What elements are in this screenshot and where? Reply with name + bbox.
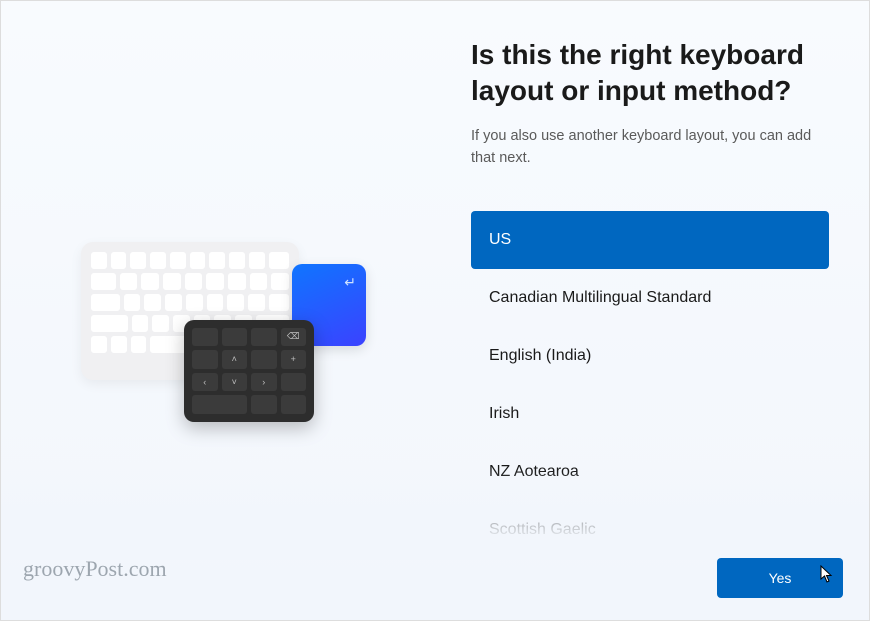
layout-option-scottish-gaelic[interactable]: Scottish Gaelic: [471, 501, 829, 559]
watermark: groovyPost.com: [23, 556, 167, 582]
yes-button[interactable]: Yes: [717, 558, 843, 598]
illustration-pane: ↵ ⌫ ˄+ ‹˅›: [1, 1, 441, 620]
list-item-label: Scottish Gaelic: [489, 521, 596, 538]
main-pane: Is this the right keyboard layout or inp…: [441, 1, 869, 620]
list-item-label: Irish: [489, 405, 519, 422]
layout-option-irish[interactable]: Irish: [471, 385, 829, 443]
arrow-down-icon: ˅: [222, 373, 248, 392]
numpad-dark-icon: ⌫ ˄+ ‹˅›: [184, 320, 314, 422]
layout-option-canadian-multilingual[interactable]: Canadian Multilingual Standard: [471, 269, 829, 327]
page-title: Is this the right keyboard layout or inp…: [471, 37, 829, 110]
enter-icon: ↵: [344, 274, 356, 291]
arrow-left-icon: ‹: [192, 373, 218, 392]
layout-option-us[interactable]: US: [471, 211, 829, 269]
keyboard-illustration: ↵ ⌫ ˄+ ‹˅›: [76, 216, 366, 436]
list-item-label: Canadian Multilingual Standard: [489, 289, 711, 306]
keyboard-layout-list[interactable]: US Canadian Multilingual Standard Englis…: [471, 211, 829, 559]
arrow-up-icon: ˄: [222, 350, 248, 369]
backspace-icon: ⌫: [281, 328, 307, 347]
page-subtitle: If you also use another keyboard layout,…: [471, 126, 829, 170]
list-item-label: NZ Aotearoa: [489, 463, 579, 480]
layout-option-english-india[interactable]: English (India): [471, 327, 829, 385]
layout-option-nz-aotearoa[interactable]: NZ Aotearoa: [471, 443, 829, 501]
list-item-label: US: [489, 231, 511, 248]
list-item-label: English (India): [489, 347, 591, 364]
arrow-right-icon: ›: [251, 373, 277, 392]
